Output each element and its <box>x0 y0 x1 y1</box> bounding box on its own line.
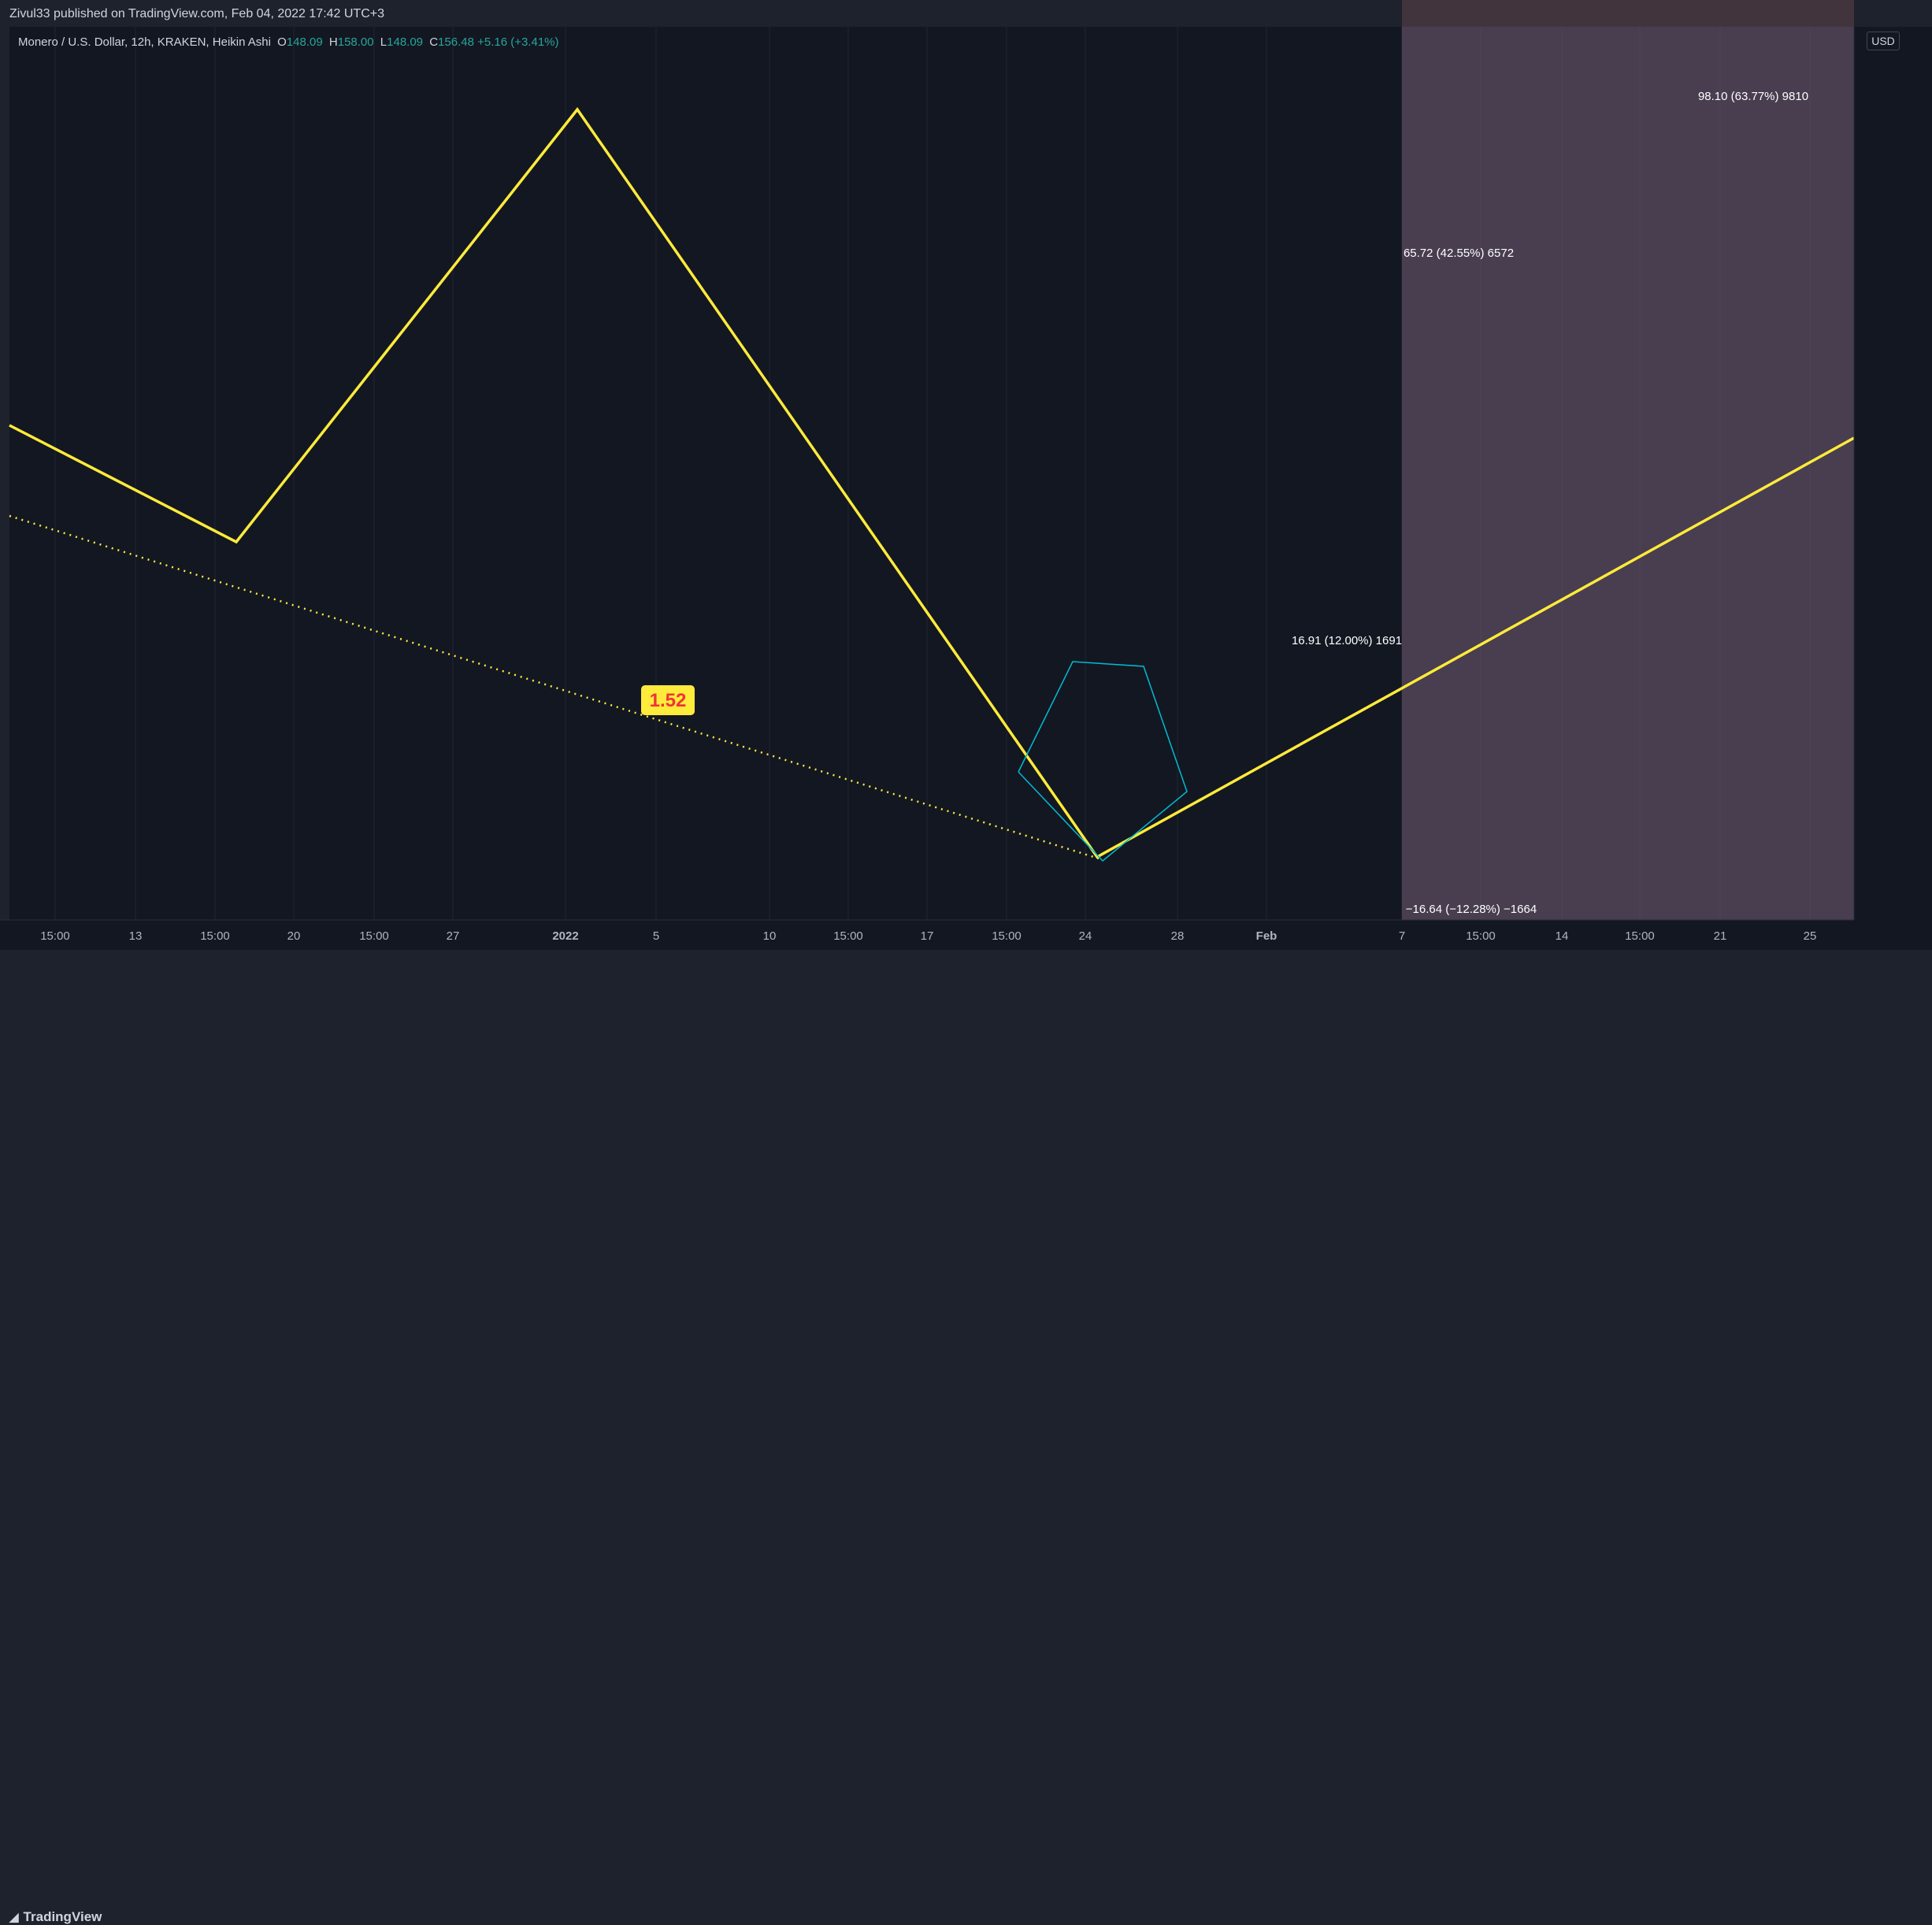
chart-svg[interactable]: 1.52 98.10 (63.77%) 9810 65.72 (42.55%) 6… <box>0 0 1932 950</box>
legend-open-label: O <box>277 35 287 49</box>
price-axis-bg <box>1854 27 1932 920</box>
time-tick-label: 15:00 <box>833 929 863 943</box>
legend-open-value: 148.09 <box>286 35 323 49</box>
time-tick-label: 24 <box>1079 929 1092 943</box>
legend-close-value: 156.48 +5.16 (+3.41%) <box>438 35 559 49</box>
time-tick-label: 13 <box>129 929 143 943</box>
pattern-dotted-line[interactable] <box>9 514 1099 860</box>
time-tick-label: 15:00 <box>1625 929 1655 943</box>
currency-button[interactable]: USD <box>1867 32 1900 50</box>
legend: Monero / U.S. Dollar, 12h, KRAKEN, Heiki… <box>18 35 559 49</box>
measurement-text: −16.64 (−12.28%) −1664 <box>1406 903 1537 916</box>
legend-symbol: Monero / U.S. Dollar, 12h, KRAKEN, Heiki… <box>18 35 271 49</box>
measurement-text: 98.10 (63.77%) 9810 <box>1698 90 1808 103</box>
time-tick-label: 15:00 <box>359 929 389 943</box>
time-tick-label: 25 <box>1804 929 1817 943</box>
ratio-label[interactable]: 1.52 <box>641 685 695 715</box>
stop-zone-lower <box>1402 0 1854 920</box>
legend-low-value: 148.09 <box>387 35 424 49</box>
tradingview-logo[interactable]: ◢ TradingView <box>9 1909 102 1925</box>
measurement-text: 16.91 (12.00%) 1691 <box>1292 634 1402 647</box>
time-tick-label: 15:00 <box>1466 929 1496 943</box>
time-axis[interactable]: 15:00 13 15:00 20 15:00 27 2022 5 10 15:00 17 15:00… <box>0 919 1932 950</box>
legend-close-label: C <box>429 35 439 49</box>
tradingview-brand: TradingView <box>23 1909 102 1924</box>
abcd-pattern-cyan[interactable] <box>1018 661 1188 862</box>
footer: ◢ TradingView <box>0 950 1932 1924</box>
time-tick-label: 15:00 <box>40 929 70 943</box>
ratio-label-text: 1.52 <box>650 690 687 711</box>
time-tick-label: 15:00 <box>992 929 1022 943</box>
time-tick-label: 15:00 <box>200 929 230 943</box>
legend-low-label: L <box>380 35 388 49</box>
time-tick-label: 17 <box>921 929 934 943</box>
legend-high-value: 158.00 <box>337 35 374 49</box>
time-tick-label: 2022 <box>552 929 578 943</box>
tradingview-logo-icon: ◢ <box>9 1911 19 1924</box>
time-tick-label: 7 <box>1399 929 1405 943</box>
time-tick-label: 10 <box>763 929 777 943</box>
time-tick-label: 27 <box>447 929 460 943</box>
time-tick-label: 20 <box>287 929 301 943</box>
time-tick-label: 14 <box>1556 929 1569 943</box>
zones <box>1402 0 1854 920</box>
measurement-text: 65.72 (42.55%) 6572 <box>1404 247 1514 260</box>
time-tick-label: 21 <box>1714 929 1727 943</box>
time-tick-label: Feb <box>1256 929 1277 943</box>
time-tick-label: 5 <box>653 929 659 943</box>
time-tick-label: 28 <box>1171 929 1185 943</box>
legend-high-label: H <box>328 35 338 49</box>
price-axis[interactable]: 260.00250.00240.00232.00224.00216.00208.… <box>1853 0 1932 920</box>
